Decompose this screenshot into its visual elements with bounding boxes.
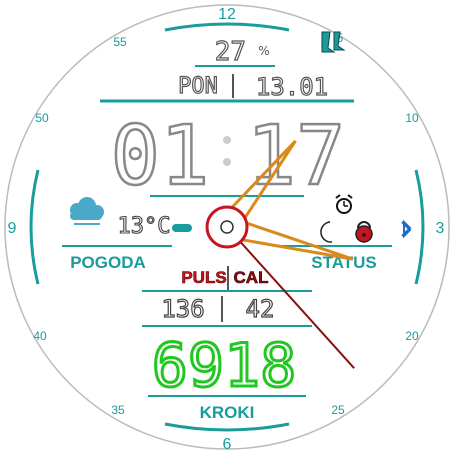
humidity-value: 27	[215, 37, 246, 67]
time-colon-top	[223, 136, 231, 144]
date-weekday: PON	[178, 74, 218, 99]
hour-3-label: 3	[436, 220, 445, 237]
watch-face: 12 3 6 9 5 10 20 25 35 40 50 55 27 % PON…	[4, 4, 450, 453]
minute-25-label: 25	[331, 403, 345, 417]
minute-20-label: 20	[405, 329, 419, 343]
cal-label: CAL	[234, 268, 269, 287]
temperature-value: 13°C	[118, 214, 171, 239]
minute-50-label: 50	[35, 111, 49, 125]
time-minutes: 17	[247, 109, 346, 204]
weather-label: POGODA	[70, 253, 146, 272]
temperature-bar	[172, 224, 192, 232]
humidity-unit: %	[258, 44, 269, 58]
pulse-label: PULS	[181, 268, 226, 287]
hour-9-label: 9	[8, 220, 17, 237]
hour-12-label: 12	[218, 6, 236, 23]
time-hours: 01	[111, 109, 210, 204]
minute-10-label: 10	[405, 111, 419, 125]
cal-value: 42	[246, 295, 275, 323]
date-day-month: 13.01	[256, 73, 328, 101]
minute-55-label: 55	[113, 35, 127, 49]
minute-35-label: 35	[111, 403, 125, 417]
hour-6-label: 6	[223, 436, 232, 453]
time-colon-bottom	[223, 158, 231, 166]
minute-40-label: 40	[33, 329, 47, 343]
pulse-value: 136	[161, 295, 204, 323]
steps-label: KROKI	[200, 403, 255, 422]
steps-value: 6918	[152, 331, 297, 401]
hand-hub-center	[220, 220, 234, 234]
